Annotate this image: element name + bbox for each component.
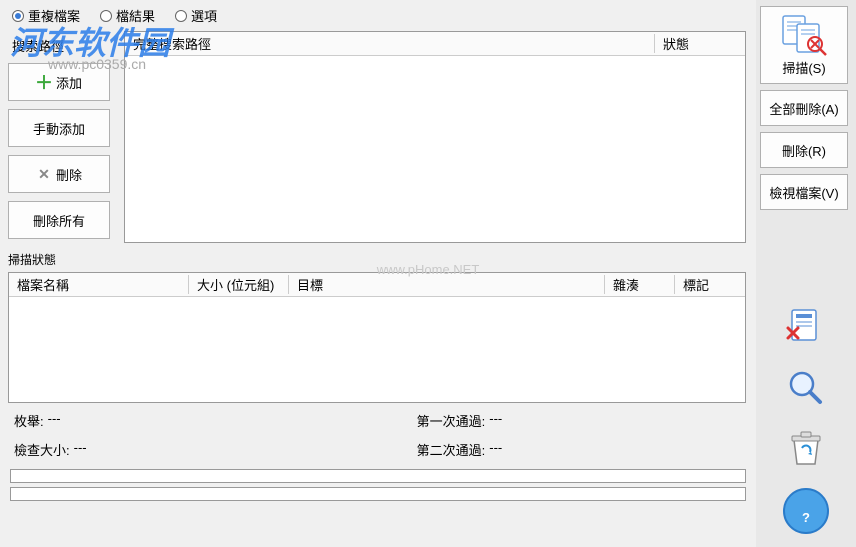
radio-icon <box>100 10 112 22</box>
delete-all-right-button[interactable]: 全部刪除(A) <box>760 90 848 126</box>
delete-all-button[interactable]: 刪除所有 <box>8 201 110 239</box>
first-pass-value: --- <box>489 411 502 430</box>
search-path-label: 搜索路徑 <box>8 35 110 55</box>
search-path-table: 完整搜索路徑 狀態 <box>124 31 746 243</box>
tab-label: 選項 <box>191 6 217 25</box>
document-delete-icon-button[interactable] <box>779 301 833 355</box>
enum-label: 枚舉: <box>14 411 44 430</box>
tab-label: 重複檔案 <box>28 6 80 25</box>
check-size-value: --- <box>74 440 87 459</box>
delete-button[interactable]: ✕ 刪除 <box>8 155 110 193</box>
stats-panel: 枚舉: --- 檢查大小: --- 第一次通過: --- 第二次通過: --- <box>4 403 752 467</box>
result-table-body[interactable] <box>9 297 745 402</box>
tab-options[interactable]: 選項 <box>175 6 217 25</box>
plus-icon: ＋ <box>36 74 52 90</box>
tab-results[interactable]: 檔結果 <box>100 6 155 25</box>
progress-bar-1 <box>10 469 746 483</box>
second-pass-label: 第二次通過: <box>417 440 486 459</box>
tab-duplicate-files[interactable]: 重複檔案 <box>12 6 80 25</box>
recycle-bin-icon-button[interactable] <box>779 421 833 475</box>
scan-icon <box>779 14 829 58</box>
x-icon: ✕ <box>36 166 52 182</box>
col-header-mark[interactable]: 標記 <box>675 275 745 294</box>
scan-status-label: 掃描狀態 <box>8 251 752 268</box>
check-size-label: 檢查大小: <box>14 440 70 459</box>
tab-label: 檔結果 <box>116 6 155 25</box>
progress-bar-2 <box>10 487 746 501</box>
col-header-size[interactable]: 大小 (位元組) <box>189 275 289 294</box>
svg-text:?: ? <box>802 510 810 525</box>
view-file-button[interactable]: 檢視檔案(V) <box>760 174 848 210</box>
col-header-filename[interactable]: 檔案名稱 <box>9 275 189 294</box>
col-header-status[interactable]: 狀態 <box>655 34 745 53</box>
col-header-hash[interactable]: 雜湊 <box>605 275 675 294</box>
delete-right-button[interactable]: 刪除(R) <box>760 132 848 168</box>
enum-value: --- <box>48 411 61 430</box>
second-pass-value: --- <box>489 440 502 459</box>
col-header-target[interactable]: 目標 <box>289 275 605 294</box>
first-pass-label: 第一次通過: <box>417 411 486 430</box>
result-table: 檔案名稱 大小 (位元組) 目標 雜湊 標記 <box>8 272 746 403</box>
col-header-path[interactable]: 完整搜索路徑 <box>125 34 655 53</box>
path-table-body[interactable] <box>125 56 745 216</box>
scan-button[interactable]: 掃描(S) <box>760 6 848 84</box>
tab-bar: 重複檔案 檔結果 選項 <box>4 4 752 27</box>
radio-icon <box>175 10 187 22</box>
help-icon-button[interactable]: ? <box>779 481 833 541</box>
manual-add-button[interactable]: 手動添加 <box>8 109 110 147</box>
search-icon-button[interactable] <box>779 361 833 415</box>
add-button[interactable]: ＋ 添加 <box>8 63 110 101</box>
radio-icon <box>12 10 24 22</box>
